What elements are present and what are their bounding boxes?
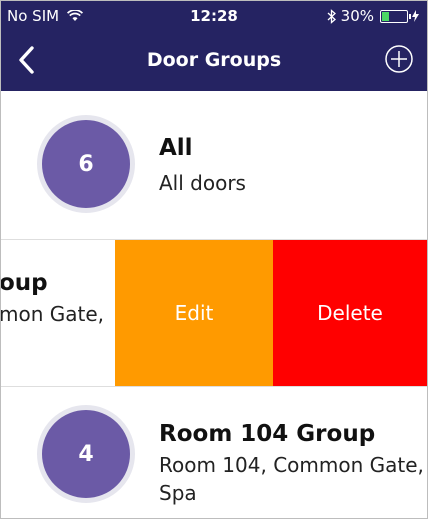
edit-button[interactable]: Edit: [115, 240, 273, 386]
group-doors: mon Gate,: [0, 302, 105, 326]
app-screen: No SIM 12:28 30% Door Groups 6 All All d…: [0, 0, 428, 519]
add-circle-icon[interactable]: [383, 43, 415, 75]
group-row-swiped[interactable]: oup mon Gate, Edit Delete: [1, 240, 427, 387]
delete-button[interactable]: Delete: [273, 240, 427, 386]
group-row-room-104[interactable]: 4 Room 104 Group Room 104, Common Gate, …: [1, 387, 427, 518]
battery-percent: 30%: [340, 7, 374, 25]
door-count-avatar: 6: [37, 115, 135, 213]
battery-indicator: 30%: [327, 7, 419, 25]
status-bar: No SIM 12:28 30%: [1, 1, 427, 31]
group-name: oup: [0, 270, 48, 296]
group-name: All: [159, 135, 193, 161]
group-doors: All doors: [159, 171, 246, 195]
battery-icon: [380, 9, 411, 23]
page-title: Door Groups: [146, 49, 282, 71]
navigation-bar: Door Groups: [1, 31, 427, 91]
charging-icon: [412, 10, 419, 22]
group-doors: Room 104, Common Gate, Spa: [159, 453, 424, 505]
group-name: Room 104 Group: [159, 421, 376, 447]
group-row-all[interactable]: 6 All All doors: [1, 91, 427, 240]
bluetooth-icon: [327, 8, 336, 24]
door-count-avatar: 4: [37, 405, 135, 503]
